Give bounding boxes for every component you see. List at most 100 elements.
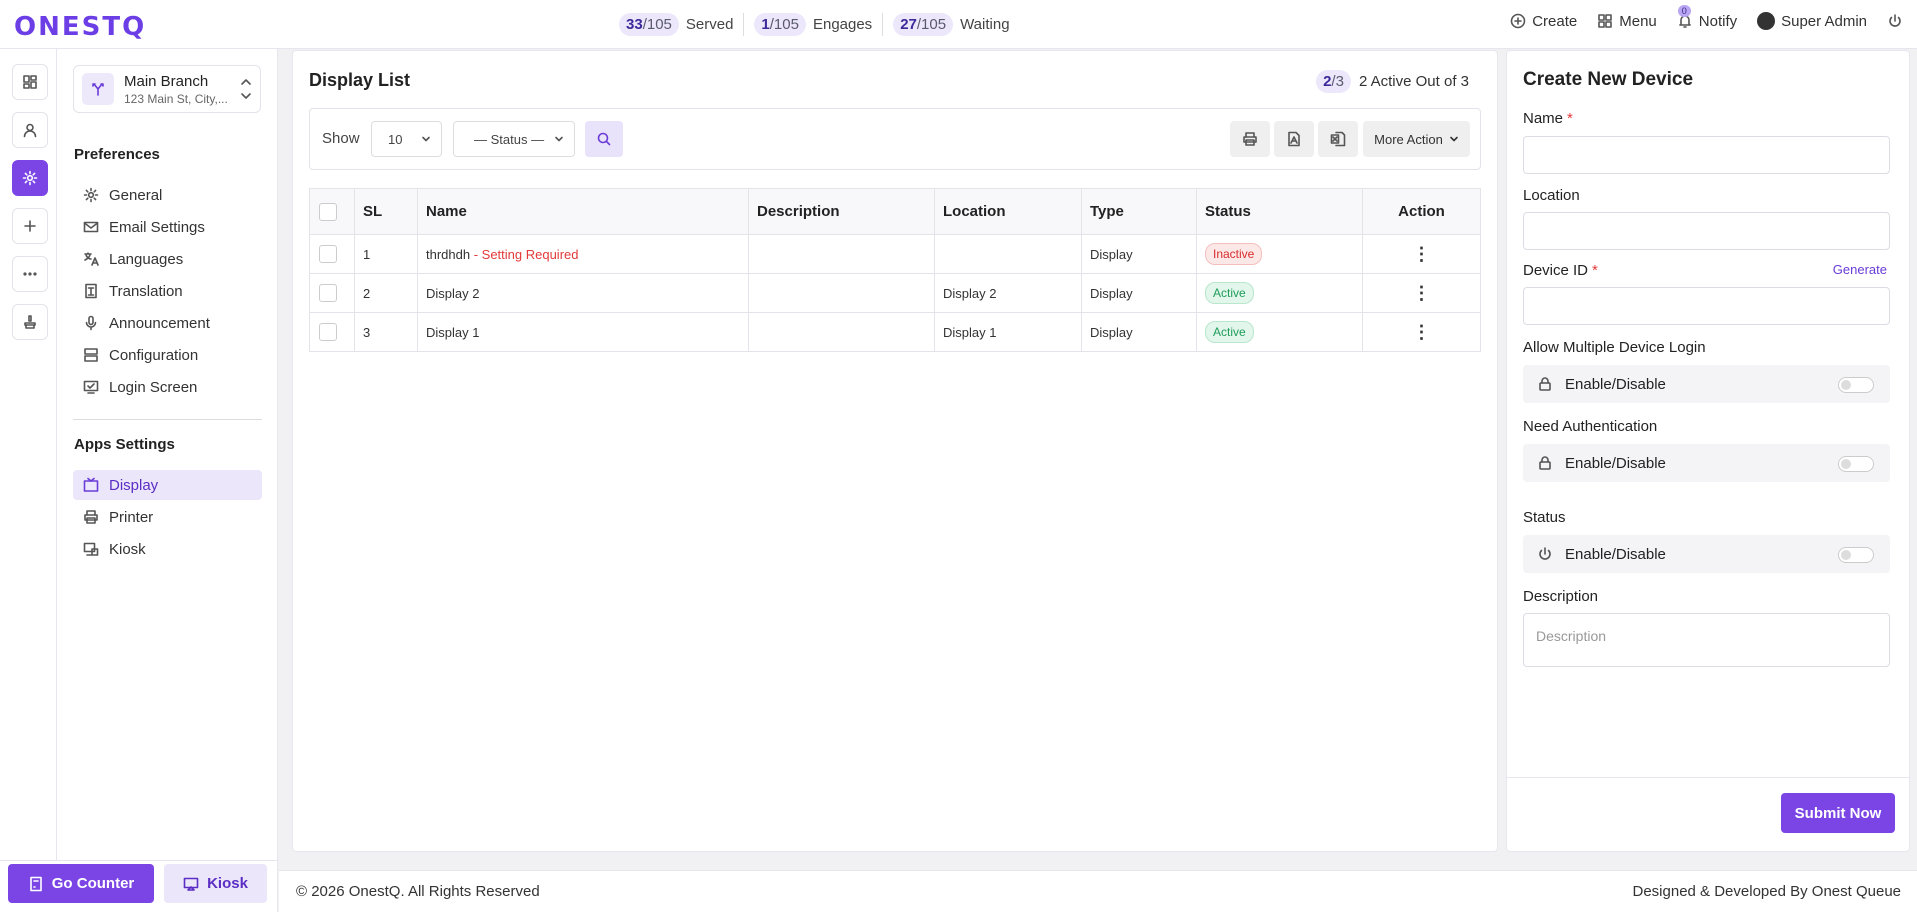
column-header[interactable]: Name: [417, 188, 749, 235]
kiosk-button[interactable]: Kiosk: [164, 864, 267, 903]
user-menu[interactable]: Super Admin: [1757, 12, 1867, 30]
cell-location: [934, 234, 1082, 274]
more-horizontal-icon: [23, 272, 37, 276]
cell-sl: 1: [354, 234, 418, 274]
cell-location: Display 2: [934, 273, 1082, 313]
go-counter-label: Go Counter: [51, 875, 135, 892]
multi-login-switch[interactable]: [1838, 377, 1874, 393]
location-input[interactable]: [1523, 212, 1890, 250]
auth-switch[interactable]: [1838, 456, 1874, 472]
sidebar-item-configuration[interactable]: Configuration: [73, 340, 262, 370]
power-icon[interactable]: [1887, 13, 1903, 29]
more-action-button[interactable]: More Action: [1363, 121, 1470, 157]
translate-icon: [84, 252, 99, 266]
rail-user-button[interactable]: [12, 112, 48, 148]
search-button[interactable]: [585, 121, 623, 157]
mail-icon: [83, 221, 99, 233]
avatar: [1757, 12, 1776, 30]
show-label: Show: [322, 130, 360, 147]
sidebar-item-email-settings[interactable]: Email Settings: [73, 212, 262, 242]
select-all-checkbox[interactable]: [319, 202, 337, 221]
kiosk-icon: [83, 542, 99, 556]
row-checkbox[interactable]: [319, 323, 337, 341]
notify-button[interactable]: 0 Notify: [1677, 4, 1737, 30]
rail-clean-button[interactable]: [12, 304, 48, 340]
column-header[interactable]: Location: [934, 188, 1082, 235]
location-label: Location: [1523, 187, 1580, 204]
engages-count: 1: [761, 16, 770, 33]
sidebar-item-languages[interactable]: Languages: [73, 244, 262, 274]
status-badge: Active: [1205, 282, 1254, 304]
branch-name: Main Branch: [124, 72, 209, 90]
status-badge: Inactive: [1205, 243, 1263, 265]
status-switch[interactable]: [1838, 547, 1874, 563]
multi-login-label: Allow Multiple Device Login: [1523, 339, 1706, 356]
search-icon: [597, 132, 611, 146]
rail-settings-button[interactable]: [12, 160, 48, 196]
served-total: /105: [642, 16, 672, 33]
kiosk-label: Kiosk: [207, 875, 248, 892]
sidebar-item-label: Email Settings: [109, 218, 205, 236]
active-ratio-badge: 2/3: [1316, 70, 1351, 93]
sidebar-item-display[interactable]: Display: [73, 470, 262, 500]
go-counter-button[interactable]: Go Counter: [8, 864, 154, 903]
column-header[interactable]: Type: [1081, 188, 1197, 235]
rail-add-button[interactable]: [12, 208, 48, 244]
sidebar-item-label: Languages: [109, 250, 184, 268]
create-device-panel: Create New Device Name * Location Device …: [1506, 50, 1910, 852]
sidebar-item-printer[interactable]: Printer: [73, 502, 262, 532]
row-checkbox[interactable]: [319, 284, 337, 302]
select-all-cell: [309, 188, 355, 235]
sidebar-item-general[interactable]: General: [73, 180, 262, 210]
create-button[interactable]: Create: [1510, 13, 1577, 30]
column-header[interactable]: Status: [1196, 188, 1363, 235]
logo[interactable]: ONESTQ: [14, 12, 146, 42]
table-row: 2 Display 2 Display 2 Display Active ⋮: [309, 273, 1481, 313]
sidebar-item-label: Translation: [109, 282, 183, 300]
sidebar-item-label: Display: [109, 476, 159, 494]
row-action-menu[interactable]: ⋮: [1362, 234, 1481, 274]
row-name[interactable]: Display 1: [426, 325, 479, 340]
engages-label: Engages: [812, 16, 873, 33]
branch-selector[interactable]: Main Branch 123 Main St, City,...: [73, 65, 261, 113]
page-size-select[interactable]: 10: [371, 121, 442, 157]
print-button[interactable]: [1230, 121, 1270, 157]
grid-icon: [1598, 14, 1613, 28]
row-checkbox[interactable]: [319, 245, 337, 263]
sidebar-item-translation[interactable]: Translation: [73, 276, 262, 306]
gear-icon: [83, 187, 99, 203]
device-id-input[interactable]: [1523, 287, 1890, 325]
menu-label: Menu: [1619, 12, 1657, 30]
auth-label: Need Authentication: [1523, 418, 1658, 435]
submit-button[interactable]: Submit Now: [1781, 793, 1895, 833]
row-name[interactable]: thrdhdh: [426, 247, 470, 262]
form-title: Create New Device: [1523, 69, 1694, 90]
table-toolbar: Show 10 — Status — More Action: [309, 108, 1481, 170]
row-action-menu[interactable]: ⋮: [1362, 273, 1481, 313]
status-filter-select[interactable]: — Status —: [453, 121, 575, 157]
sidebar-footer: Go Counter Kiosk: [0, 860, 278, 912]
row-action-menu[interactable]: ⋮: [1362, 312, 1481, 352]
chevron-down-icon: [555, 136, 563, 142]
export-excel-button[interactable]: [1318, 121, 1358, 157]
server-icon: [84, 348, 98, 362]
export-pdf-button[interactable]: [1274, 121, 1314, 157]
name-input[interactable]: [1523, 136, 1890, 174]
sidebar-item-kiosk[interactable]: Kiosk: [73, 534, 262, 564]
rail-more-button[interactable]: [12, 256, 48, 292]
column-header[interactable]: SL: [354, 188, 418, 235]
gear-icon: [22, 170, 38, 186]
engages-total: /105: [769, 16, 799, 33]
row-name[interactable]: Display 2: [426, 286, 479, 301]
required-mark: *: [1592, 262, 1598, 279]
generate-link[interactable]: Generate: [1833, 262, 1887, 277]
cell-location: Display 1: [934, 312, 1082, 352]
cell-status: Active: [1196, 312, 1363, 352]
description-textarea[interactable]: Description: [1523, 613, 1890, 667]
menu-button[interactable]: Menu: [1597, 13, 1657, 30]
column-header[interactable]: Description: [748, 188, 935, 235]
sidebar-item-announcement[interactable]: Announcement: [73, 308, 262, 338]
rail-dashboard-button[interactable]: [12, 64, 48, 100]
counter-icon: [29, 876, 42, 891]
sidebar-item-login-screen[interactable]: Login Screen: [73, 372, 262, 402]
